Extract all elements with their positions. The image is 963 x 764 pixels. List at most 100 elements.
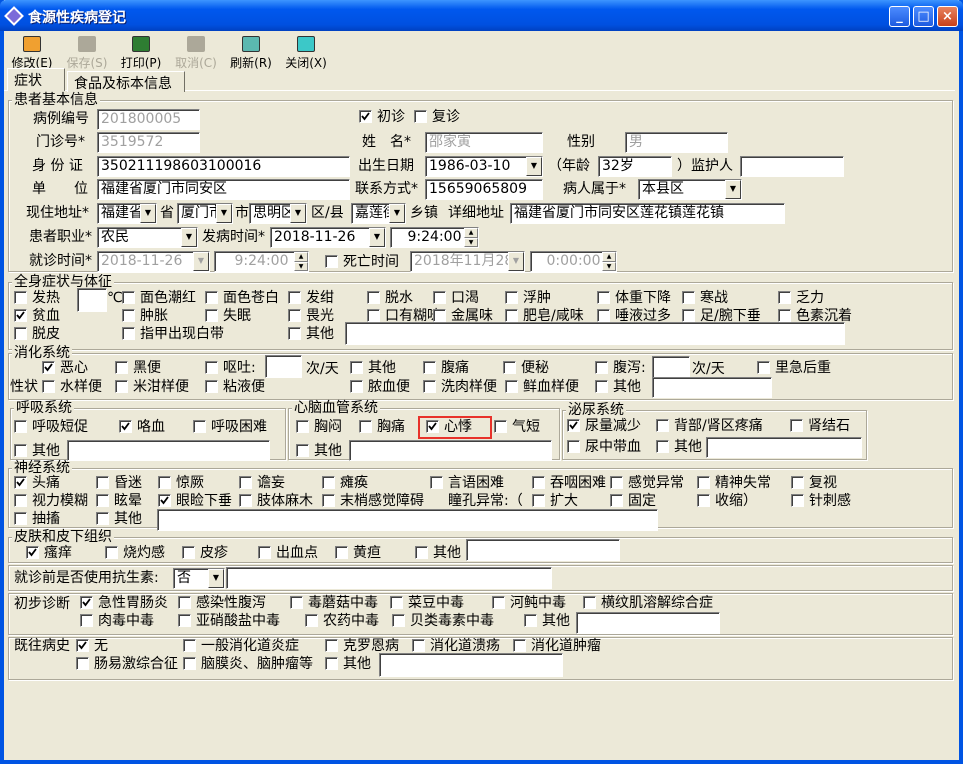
tab-symptoms[interactable]: 症状 bbox=[7, 68, 65, 91]
death-checkbox[interactable]: 死亡时间 bbox=[325, 254, 399, 270]
digestive-checkbox-4-box[interactable] bbox=[423, 361, 436, 374]
diagnosis-checkbox-7[interactable]: 亚硝酸盐中毒 bbox=[178, 613, 280, 629]
neuro-checkbox-15[interactable]: 扩大 bbox=[532, 493, 578, 509]
neuro-checkbox-4[interactable]: 瘫痪 bbox=[322, 475, 368, 491]
general-checkbox-4[interactable]: 脱水 bbox=[367, 290, 413, 306]
neuro-checkbox-9[interactable]: 复视 bbox=[791, 475, 837, 491]
town-combo[interactable]: 嘉莲街 bbox=[351, 203, 406, 224]
province-combo[interactable]: 福建省 bbox=[97, 203, 157, 224]
general-checkbox-3[interactable]: 发绀 bbox=[288, 290, 334, 306]
diagnosis-checkbox-6-box[interactable] bbox=[80, 614, 93, 627]
digestive-checkbox-7[interactable]: 里急后重 bbox=[757, 360, 831, 376]
maximize-button[interactable]: □ bbox=[913, 6, 934, 27]
neuro-checkbox-10-box[interactable] bbox=[14, 494, 27, 507]
digestive-checkbox-3-box[interactable] bbox=[350, 361, 363, 374]
digestive-checkbox-3[interactable]: 其他 bbox=[350, 360, 396, 376]
general-other-field[interactable] bbox=[345, 322, 845, 345]
general-checkbox-10[interactable]: 贫血 bbox=[14, 308, 60, 324]
diagnosis-checkbox-0-box[interactable] bbox=[80, 596, 93, 609]
revisit-checkbox[interactable]: 复诊 bbox=[414, 109, 460, 125]
skin-checkbox-5[interactable]: 其他 bbox=[415, 545, 461, 561]
general-checkbox-14-box[interactable] bbox=[367, 309, 380, 322]
diagnosis-checkbox-4-box[interactable] bbox=[492, 596, 505, 609]
skin-checkbox-0[interactable]: 瘙痒 bbox=[26, 545, 72, 561]
cardio-checkbox-0-box[interactable] bbox=[296, 420, 309, 433]
diagnosis-checkbox-4[interactable]: 河鲀中毒 bbox=[492, 595, 566, 611]
respiratory-checkbox-1[interactable]: 咯血 bbox=[119, 419, 165, 435]
first-visit-checkbox[interactable]: 初诊 bbox=[359, 109, 405, 125]
general-checkbox-12[interactable]: 失眠 bbox=[205, 308, 251, 324]
neuro-checkbox-17-box[interactable] bbox=[697, 494, 710, 507]
antibiotics-detail-field[interactable] bbox=[226, 567, 552, 589]
neuro-checkbox-18[interactable]: 针刺感 bbox=[791, 493, 851, 509]
neuro-checkbox-16-box[interactable] bbox=[610, 494, 623, 507]
skin-other-field[interactable] bbox=[466, 539, 620, 561]
digestive-checkbox-0[interactable]: 恶心 bbox=[42, 360, 88, 376]
digestive-checkbox-9-box[interactable] bbox=[115, 380, 128, 393]
general-checkbox-7-box[interactable] bbox=[597, 291, 610, 304]
cardio-checkbox-3[interactable]: 气短 bbox=[494, 419, 540, 435]
digestive-checkbox-0-box[interactable] bbox=[42, 361, 55, 374]
respiratory-checkbox-3-box[interactable] bbox=[14, 444, 27, 457]
general-checkbox-4-box[interactable] bbox=[367, 291, 380, 304]
cardio-checkbox-3-box[interactable] bbox=[494, 420, 507, 433]
employer-field[interactable]: 福建省厦门市同安区 bbox=[97, 179, 350, 200]
diagnosis-checkbox-1[interactable]: 感染性腹泻 bbox=[178, 595, 266, 611]
respiratory-checkbox-1-box[interactable] bbox=[119, 420, 132, 433]
history-checkbox-5[interactable]: 肠易激综合征 bbox=[76, 656, 178, 672]
toolbar-refresh-button[interactable]: 刷新(R) bbox=[228, 34, 274, 71]
id-field[interactable]: 350211198603100016 bbox=[97, 156, 350, 177]
digestive-checkbox-5-box[interactable] bbox=[503, 361, 516, 374]
general-checkbox-0[interactable]: 发热 bbox=[14, 290, 60, 306]
general-checkbox-13-box[interactable] bbox=[288, 309, 301, 322]
digestive-checkbox-1[interactable]: 黑便 bbox=[115, 360, 161, 376]
urinary-checkbox-4[interactable]: 其他 bbox=[656, 439, 702, 455]
general-checkbox-18-box[interactable] bbox=[682, 309, 695, 322]
revisit-checkbox-box[interactable] bbox=[414, 110, 427, 123]
neuro-checkbox-0[interactable]: 头痛 bbox=[14, 475, 60, 491]
general-checkbox-16-box[interactable] bbox=[505, 309, 518, 322]
age-field[interactable]: 32岁 bbox=[598, 156, 672, 177]
history-checkbox-6-box[interactable] bbox=[183, 657, 196, 670]
digestive-checkbox-11[interactable]: 脓血便 bbox=[350, 379, 410, 395]
diagnosis-checkbox-0[interactable]: 急性胃肠炎 bbox=[80, 595, 168, 611]
neuro-checkbox-2-box[interactable] bbox=[158, 476, 171, 489]
general-checkbox-11[interactable]: 肿胀 bbox=[122, 308, 168, 324]
neuro-checkbox-14[interactable]: 末梢感觉障碍 bbox=[322, 493, 424, 509]
general-checkbox-6-box[interactable] bbox=[505, 291, 518, 304]
digestive-checkbox-8-box[interactable] bbox=[42, 380, 55, 393]
general-checkbox-20[interactable]: 脱皮 bbox=[14, 326, 60, 342]
neuro-checkbox-4-box[interactable] bbox=[322, 476, 335, 489]
minimize-button[interactable]: _ bbox=[889, 6, 910, 27]
cardio-checkbox-4-box[interactable] bbox=[296, 444, 309, 457]
digestive-checkbox-13-box[interactable] bbox=[505, 380, 518, 393]
fever-temp-field[interactable] bbox=[77, 288, 107, 312]
onset-time-spinner-up-icon[interactable]: ▲ bbox=[464, 228, 478, 238]
diagnosis-checkbox-1-box[interactable] bbox=[178, 596, 191, 609]
skin-checkbox-4[interactable]: 黄疸 bbox=[335, 545, 381, 561]
belongs-combo[interactable]: 本县区 bbox=[638, 179, 742, 200]
general-checkbox-11-box[interactable] bbox=[122, 309, 135, 322]
urinary-checkbox-1-box[interactable] bbox=[656, 419, 669, 432]
neuro-checkbox-9-box[interactable] bbox=[791, 476, 804, 489]
cardio-other-field[interactable] bbox=[349, 440, 552, 461]
cardio-checkbox-4[interactable]: 其他 bbox=[296, 443, 342, 459]
toolbar-edit-button[interactable]: 修改(E) bbox=[9, 34, 55, 71]
urinary-checkbox-2[interactable]: 肾结石 bbox=[790, 418, 850, 434]
history-checkbox-0[interactable]: 无 bbox=[76, 638, 108, 654]
title-bar[interactable]: 食源性疾病登记 _ □ × bbox=[0, 0, 963, 31]
general-checkbox-8[interactable]: 寒战 bbox=[682, 290, 728, 306]
neuro-checkbox-7[interactable]: 感觉异常 bbox=[610, 475, 684, 491]
history-checkbox-7-box[interactable] bbox=[325, 657, 338, 670]
general-checkbox-13[interactable]: 畏光 bbox=[288, 308, 334, 324]
neuro-checkbox-6-box[interactable] bbox=[532, 476, 545, 489]
general-checkbox-15-box[interactable] bbox=[433, 309, 446, 322]
digestive-checkbox-10-box[interactable] bbox=[205, 380, 218, 393]
neuro-checkbox-5-box[interactable] bbox=[430, 476, 443, 489]
death-checkbox-box[interactable] bbox=[325, 255, 338, 268]
skin-checkbox-5-box[interactable] bbox=[415, 546, 428, 559]
neuro-checkbox-18-box[interactable] bbox=[791, 494, 804, 507]
digestive-checkbox-2[interactable]: 呕吐: bbox=[205, 360, 256, 376]
neuro-checkbox-8[interactable]: 精神失常 bbox=[697, 475, 771, 491]
district-combo[interactable]: 思明区 bbox=[249, 203, 307, 224]
